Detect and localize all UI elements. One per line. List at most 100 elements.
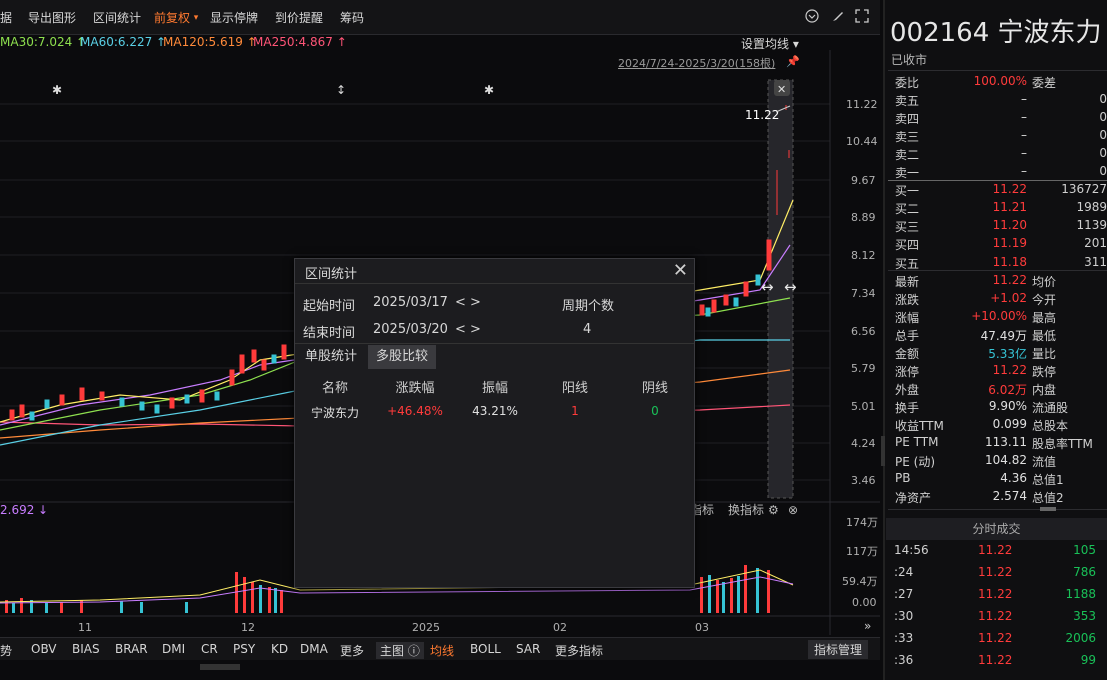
quote-value: 5.33亿 bbox=[988, 346, 1027, 361]
panel-collapse-handle[interactable] bbox=[200, 664, 240, 670]
close-icon[interactable]: ✕ bbox=[673, 260, 688, 281]
quote-value: 104.82 bbox=[985, 453, 1027, 468]
ma120-label: MA120:5.619 ↑ bbox=[163, 35, 257, 49]
col-header-change: 涨跌幅 bbox=[395, 381, 435, 396]
last-price-marker: 11.22 bbox=[745, 108, 779, 122]
row-stock-name[interactable]: 宁波东力 bbox=[300, 404, 370, 421]
tick-price: 11.22 bbox=[978, 543, 1013, 557]
indicator-dma[interactable]: DMA bbox=[300, 642, 328, 656]
quote-value-2: 0 bbox=[1099, 128, 1107, 143]
indicator-dmi[interactable]: DMI bbox=[162, 642, 185, 656]
quote-value: – bbox=[1021, 128, 1027, 143]
svg-text:↓: ↓ bbox=[38, 503, 48, 517]
period-count-label: 周期个数 bbox=[562, 299, 615, 314]
x-tick: 02 bbox=[553, 621, 567, 634]
svg-text:✕: ✕ bbox=[777, 83, 786, 96]
event-marker-icon[interactable]: ✱ bbox=[484, 83, 494, 97]
indicator-kd[interactable]: KD bbox=[271, 642, 288, 656]
quote-row: 卖二 – 0 bbox=[895, 146, 1107, 164]
tick-time: :33 bbox=[894, 631, 914, 645]
y-tick: 3.46 bbox=[851, 474, 876, 487]
event-marker-icon[interactable]: ✱ bbox=[52, 83, 62, 97]
chevron-down-icon[interactable]: ▾ bbox=[191, 10, 201, 26]
tab-multi-stock[interactable]: 多股比较 bbox=[368, 345, 437, 369]
toolbar-item-price-alert[interactable]: 到价提醒 bbox=[275, 9, 323, 26]
quote-row: 委比 100.00% 委差 bbox=[895, 74, 1107, 92]
start-time-stepper[interactable]: < > bbox=[455, 295, 481, 310]
dialog-title: 区间统计 bbox=[305, 267, 358, 282]
draw-brush-icon[interactable] bbox=[830, 9, 846, 25]
quote-label: 卖三 bbox=[895, 130, 920, 145]
indicator-manager-button[interactable]: 指标管理 bbox=[808, 640, 869, 659]
quote-value: 11.22 bbox=[992, 182, 1027, 197]
quote-label: 收益TTM bbox=[895, 418, 944, 433]
vol-gear-icon[interactable]: ⚙ bbox=[768, 503, 779, 517]
quote-value-2: 136727 bbox=[1061, 182, 1107, 197]
indicator-more-2[interactable]: 更多指标 bbox=[555, 642, 603, 659]
toolbar-item-range-stats[interactable]: 区间统计 bbox=[93, 9, 141, 26]
toolbar-item-forward-adjust[interactable]: 前复权 bbox=[154, 9, 190, 26]
indicator-sar[interactable]: SAR bbox=[516, 642, 540, 656]
tick-volume: 1188 bbox=[1065, 587, 1096, 601]
toolbar-item-data[interactable]: 据 bbox=[0, 9, 12, 26]
tick-volume: 99 bbox=[1080, 653, 1096, 667]
quote-label: 最新 bbox=[895, 274, 920, 289]
ma60-label: MA60:6.227 ↑ bbox=[80, 35, 167, 49]
quote-row: 买二 11.21 1989 bbox=[895, 200, 1107, 218]
quote-value-2: 0 bbox=[1099, 146, 1107, 161]
indicator-bias[interactable]: BIAS bbox=[72, 642, 100, 656]
tick-row: :30 11.22 353 bbox=[892, 609, 1104, 629]
quote-row: 卖五 – 0 bbox=[895, 92, 1107, 110]
collapse-circle-icon[interactable] bbox=[804, 9, 820, 25]
panel-resize-handle[interactable] bbox=[881, 436, 885, 466]
vol-tick: 0.00 bbox=[852, 596, 877, 609]
bottom-spacer bbox=[0, 660, 880, 680]
range-right-drag-icon[interactable]: ↔ bbox=[784, 278, 797, 296]
end-time-stepper[interactable]: < > bbox=[455, 322, 481, 337]
indicator-more[interactable]: 更多 bbox=[340, 642, 364, 659]
quote-label-2: 股息率TTM bbox=[1032, 437, 1093, 451]
row-change: +46.48% bbox=[387, 404, 443, 418]
event-marker-icon[interactable]: ↕ bbox=[336, 83, 346, 97]
indicator-boll[interactable]: BOLL bbox=[470, 642, 501, 656]
quote-row: 买三 11.20 1139 bbox=[895, 218, 1107, 236]
tick-price: 11.22 bbox=[978, 609, 1013, 623]
main-chart-toggle[interactable]: 主图 ⓘ bbox=[376, 642, 424, 659]
quote-row: 卖一 – 0 bbox=[895, 164, 1107, 182]
quote-row: 买一 11.22 136727 bbox=[895, 182, 1107, 200]
tick-time: 14:56 bbox=[894, 543, 929, 557]
quote-row: 收益TTM 0.099 总股本 bbox=[895, 417, 1107, 435]
expand-right-icon[interactable]: » bbox=[864, 619, 871, 633]
toolbar-item-export[interactable]: 导出图形 bbox=[28, 9, 76, 26]
quote-label: PE TTM bbox=[895, 435, 939, 449]
fullscreen-icon[interactable] bbox=[854, 9, 870, 25]
range-stats-dialog: 区间统计 ✕ 起始时间 2025/03/17 < > 周期个数 结束时间 202… bbox=[294, 258, 695, 588]
quote-label: 卖二 bbox=[895, 148, 920, 163]
col-header-name: 名称 bbox=[321, 381, 348, 396]
quote-value: 2.574 bbox=[992, 489, 1027, 504]
indicator-obv[interactable]: OBV bbox=[31, 642, 57, 656]
indicator-brar[interactable]: BRAR bbox=[115, 642, 148, 656]
x-tick: 12 bbox=[241, 621, 255, 634]
vol-close-icon[interactable]: ⊗ bbox=[788, 503, 798, 517]
quote-value-2: 1139 bbox=[1076, 218, 1107, 233]
tab-single-stock[interactable]: 单股统计 bbox=[297, 345, 365, 369]
indicator-psy[interactable]: PSY bbox=[233, 642, 255, 656]
indicator-cr[interactable]: CR bbox=[201, 642, 218, 656]
ticks-header: 分时成交 bbox=[886, 518, 1107, 540]
indicator-ma[interactable]: 均线 bbox=[430, 642, 454, 659]
indicator-trend[interactable]: 势 bbox=[0, 642, 12, 659]
period-count-value: 4 bbox=[583, 322, 592, 337]
vol-change-indicator-button[interactable]: 换指标 bbox=[728, 502, 764, 517]
quote-label: PB bbox=[895, 471, 911, 486]
row-down-count: 0 bbox=[651, 404, 659, 418]
toolbar-item-chips[interactable]: 筹码 bbox=[340, 9, 364, 26]
quote-label-2: 内盘 bbox=[1032, 382, 1057, 397]
quote-label: 卖五 bbox=[895, 94, 920, 109]
range-left-drag-icon[interactable]: ↔ bbox=[761, 278, 774, 296]
quote-label-2: 最低 bbox=[1032, 328, 1057, 343]
y-tick: 8.89 bbox=[851, 211, 876, 224]
quote-label: 买三 bbox=[895, 220, 920, 235]
row-amplitude: 43.21% bbox=[472, 404, 518, 418]
toolbar-item-show-suspended[interactable]: 显示停牌 bbox=[210, 9, 258, 26]
